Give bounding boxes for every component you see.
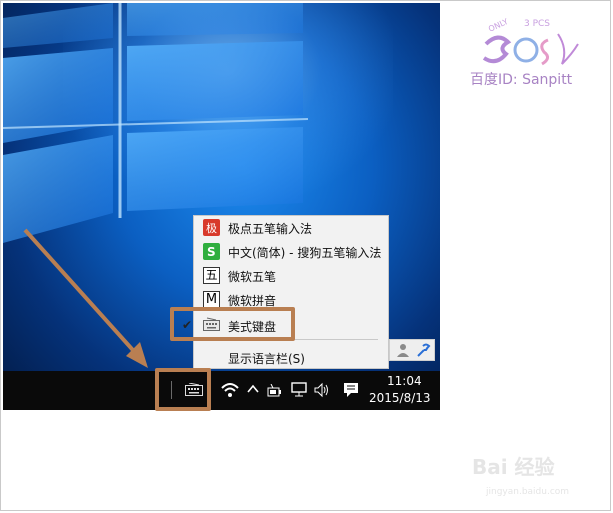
baidu-site-text: jingyan.baidu.com <box>485 487 569 497</box>
3pcs-logo: ONLY 3 PCS <box>482 17 579 66</box>
watermark-text: 百度ID: Sanpitt <box>470 72 573 88</box>
logo-top-text: 3 PCS <box>524 19 550 29</box>
logo-small-text: ONLY <box>487 17 510 34</box>
baidu-watermark: Bai 经验 jingyan.baidu.com <box>470 450 590 502</box>
baidu-logo-text: Bai 经验 <box>472 455 555 479</box>
